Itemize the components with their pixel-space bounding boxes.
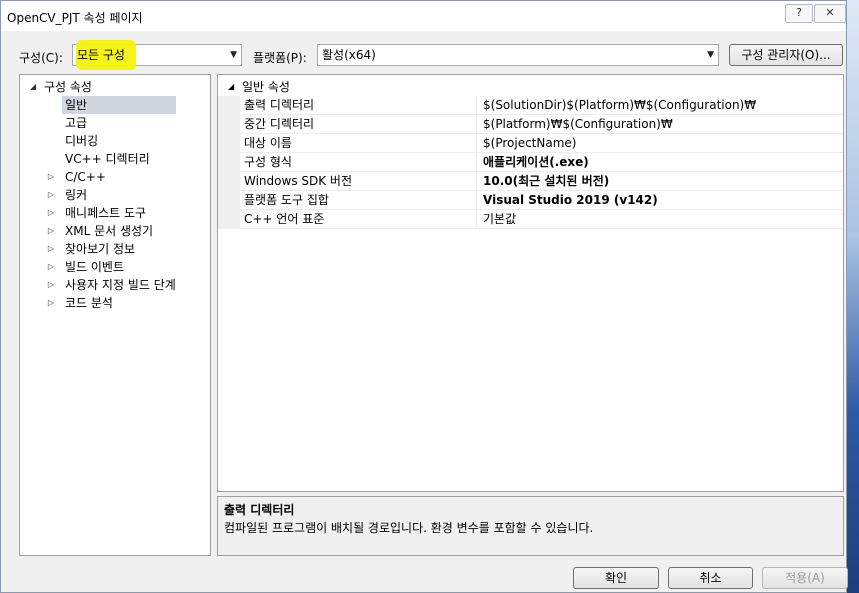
tree-item-label: 매니페스트 도구 (65, 206, 147, 220)
property-row[interactable]: Windows SDK 버전 10.0(최근 설치된 버전) (218, 172, 843, 191)
expand-triangle-icon[interactable]: ▷ (46, 258, 56, 276)
chevron-down-icon: ▼ (230, 50, 237, 60)
expand-triangle-icon[interactable]: ▷ (46, 222, 56, 240)
tree-item-label: 빌드 이벤트 (65, 260, 125, 274)
property-row[interactable]: 구성 형식 애플리케이션(.exe) (218, 153, 843, 172)
row-margin (218, 134, 240, 153)
tree-item[interactable]: 일반 (62, 96, 176, 114)
grid-section-label: 일반 속성 (242, 80, 290, 94)
property-name: Windows SDK 버전 (244, 174, 353, 188)
collapse-triangle-icon[interactable]: ◢ (228, 78, 234, 96)
tree-item[interactable]: ▷ 찾아보기 정보 (48, 240, 176, 258)
property-row[interactable]: 중간 디렉터리 $(Platform)₩$(Configuration)₩ (218, 115, 843, 134)
help-button[interactable]: ? (785, 4, 813, 23)
row-margin (218, 96, 240, 115)
tree-item[interactable]: ▷ 코드 분석 (48, 294, 176, 312)
column-divider (476, 153, 477, 172)
row-margin (218, 153, 240, 172)
property-name: C++ 언어 표준 (244, 212, 325, 226)
property-name: 출력 디렉터리 (244, 98, 315, 112)
window-title: OpenCV_PJT 속성 페이지 (7, 11, 143, 25)
tree-item-label: XML 문서 생성기 (65, 224, 154, 238)
title-bar: OpenCV_PJT 속성 페이지 ? ✕ (1, 1, 846, 31)
property-value[interactable]: 10.0(최근 설치된 버전) (483, 172, 609, 191)
property-value[interactable]: Visual Studio 2019 (v142) (483, 191, 658, 210)
property-tree: ◢ 구성 속성 일반고급디버깅 VC++ 디렉터리 ▷ C/C++ ▷ 링커 ▷ 매니페스트 … (19, 74, 211, 556)
tree-item-label: 찾아보기 정보 (65, 242, 136, 256)
expand-triangle-icon[interactable]: ▷ (46, 204, 56, 222)
description-title: 출력 디렉터리 (224, 503, 295, 517)
property-pages-dialog: OpenCV_PJT 속성 페이지 ? ✕ 구성(C): 모든 구성 ▼ 플랫폼… (0, 0, 848, 593)
property-name: 대상 이름 (244, 136, 292, 150)
tree-item-label: C/C++ (65, 170, 106, 184)
config-value: 모든 구성 (77, 48, 125, 62)
property-name: 구성 형식 (244, 155, 292, 169)
chevron-down-icon: ▼ (707, 50, 714, 60)
tree-item-label: 코드 분석 (65, 296, 113, 310)
column-divider (476, 134, 477, 153)
tree-item-label: 링커 (65, 188, 88, 202)
tree-item-label: 일반 (65, 98, 88, 112)
property-name: 중간 디렉터리 (244, 117, 315, 131)
row-margin (218, 210, 240, 229)
tree-item[interactable]: VC++ 디렉터리 (62, 150, 176, 168)
expand-triangle-icon[interactable]: ▷ (46, 240, 56, 258)
expand-triangle-icon[interactable]: ▷ (46, 294, 56, 312)
property-row[interactable]: C++ 언어 표준 기본값 (218, 210, 843, 229)
property-value[interactable]: 애플리케이션(.exe) (483, 153, 589, 172)
column-divider (476, 172, 477, 191)
expand-triangle-icon[interactable]: ▷ (46, 276, 56, 294)
column-divider (476, 191, 477, 210)
property-row[interactable]: 출력 디렉터리 $(SolutionDir)$(Platform)₩$(Confi… (218, 96, 843, 115)
platform-dropdown[interactable]: 활성(x64) ▼ (317, 44, 719, 66)
column-divider (476, 210, 477, 229)
column-divider (476, 96, 477, 115)
tree-item[interactable]: ▷ C/C++ (48, 168, 176, 186)
tree-item[interactable]: ▷ 링커 (48, 186, 176, 204)
platform-value: 활성(x64) (322, 48, 376, 62)
apply-button[interactable]: 적용(A) (762, 567, 848, 589)
property-value[interactable]: 기본값 (483, 210, 516, 229)
expand-triangle-icon[interactable]: ▷ (46, 168, 56, 186)
close-button[interactable]: ✕ (814, 4, 846, 23)
tree-item-label: 고급 (65, 116, 88, 130)
property-row[interactable]: 대상 이름 $(ProjectName) (218, 134, 843, 153)
ok-button[interactable]: 확인 (573, 567, 659, 589)
tree-item[interactable]: ▷ 사용자 지정 빌드 단계 (48, 276, 176, 294)
description-text: 컴파일된 프로그램이 배치될 경로입니다. 환경 변수를 포함할 수 있습니다. (224, 521, 594, 535)
description-panel: 출력 디렉터리 컴파일된 프로그램이 배치될 경로입니다. 환경 변수를 포함할… (217, 496, 844, 556)
column-divider (476, 115, 477, 134)
cancel-button[interactable]: 취소 (668, 567, 753, 589)
grid-section-header[interactable]: ◢ 일반 속성 (218, 78, 843, 96)
platform-label: 플랫폼(P): (253, 51, 307, 65)
property-row[interactable]: 플랫폼 도구 집합 Visual Studio 2019 (v142) (218, 191, 843, 210)
row-margin (218, 172, 240, 191)
config-toolbar: 구성(C): 모든 구성 ▼ 플랫폼(P): 활성(x64) ▼ (1, 40, 846, 71)
tree-item[interactable]: ▷ XML 문서 생성기 (48, 222, 176, 240)
config-manager-button[interactable]: 구성 관리자(O)... (729, 44, 843, 66)
tree-item-label: VC++ 디렉터리 (65, 152, 150, 166)
property-value[interactable]: $(SolutionDir)$(Platform)₩$(Configuratio… (483, 96, 756, 115)
tree-item-label: 사용자 지정 빌드 단계 (65, 278, 176, 292)
property-value[interactable]: $(Platform)₩$(Configuration)₩ (483, 115, 673, 134)
config-label: 구성(C): (19, 51, 63, 65)
tree-root-label: 구성 속성 (44, 80, 92, 94)
row-margin (218, 191, 240, 210)
tree-item[interactable]: 디버깅 (62, 132, 176, 150)
property-value[interactable]: $(ProjectName) (483, 134, 576, 153)
row-divider (240, 228, 843, 229)
desktop-background (847, 0, 859, 593)
tree-root[interactable]: ◢ 구성 속성 (20, 78, 210, 96)
tree-item[interactable]: ▷ 빌드 이벤트 (48, 258, 176, 276)
collapse-triangle-icon[interactable]: ◢ (28, 78, 38, 96)
tree-item-label: 디버깅 (65, 134, 99, 148)
tree-item[interactable]: 고급 (62, 114, 176, 132)
expand-triangle-icon[interactable]: ▷ (46, 186, 56, 204)
config-dropdown[interactable]: 모든 구성 ▼ (72, 40, 242, 70)
property-grid: ◢ 일반 속성 출력 디렉터리 $(SolutionDir)$(Platform)… (217, 74, 844, 492)
tree-item[interactable]: ▷ 매니페스트 도구 (48, 204, 176, 222)
property-name: 플랫폼 도구 집합 (244, 193, 329, 207)
row-margin (218, 115, 240, 134)
